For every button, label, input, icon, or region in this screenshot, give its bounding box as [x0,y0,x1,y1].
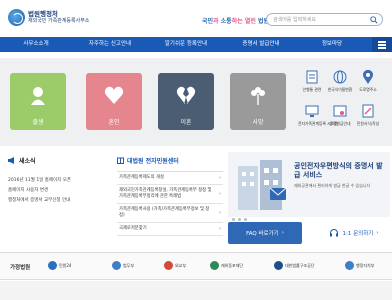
news-item[interactable]: 2016년 11월 1일 홈페이지 오픈 [8,176,108,186]
banner-subtitle: 재외공관에서 편리하게 발급 한글 수 있습니다 [294,183,371,188]
mini-link-forms[interactable]: 민원서식/작성 [354,103,382,133]
chevron-right-icon: › [219,191,221,197]
inquiry-button[interactable]: 1:1 문의하기 › [318,222,390,244]
nav-item-registration-guide[interactable]: 알기쉬운 등록안내 [148,37,224,52]
footer [0,281,392,300]
logo-subtitle: 재외국민 가족관계등록사무소 [28,18,90,24]
promo-banner[interactable]: 공인전자우편방식의 증명서 발급 서비스 재외공관에서 편리하게 발급 한글 수… [228,152,390,217]
map-pin-icon [363,69,373,84]
search-input[interactable] [273,16,368,24]
logo-title: 법원행정처 [28,10,58,18]
menu-icon[interactable] [372,37,392,52]
faq-button[interactable]: FAQ 바로가기 › [228,222,302,244]
form-icon [362,104,374,118]
nav-item-about[interactable]: 사무소소개 [0,37,72,52]
partner-link[interactable]: 법무부 [112,261,134,270]
tile-divorce[interactable]: 이혼 [158,73,214,130]
news-title: 새소식 [19,158,36,165]
ministry-foreign-affairs-logo-icon [164,261,173,270]
mini-links: 안행통 관련 한국식이름변환 도로명주소 전자가족관계등록 시스템 증명발급안내… [298,69,384,133]
center-link-international[interactable]: 국제로저분찾기 › [117,223,223,236]
broken-heart-icon [176,86,196,104]
chevron-right-icon: › [281,230,284,236]
building-icon [117,157,124,164]
related-sites-label: 가정법원 [10,265,31,271]
minwon24-logo-icon [48,261,57,270]
certificate-icon [333,105,347,117]
legal-aid-logo-icon [274,261,283,270]
chevron-right-icon: › [219,175,221,181]
ministry-interior-logo-icon [345,261,354,270]
search-icon[interactable] [370,16,378,24]
tile-marriage-label: 혼인 [108,119,120,126]
banner-title: 공인전자우편방식의 증명서 발급 서비스 [294,162,383,179]
banner-pager[interactable] [232,218,247,221]
header: 법원행정처 재외국민 가족관계등록사무소 국민과 소통하는 열린 법원 [0,0,392,37]
e-civil-center-title: 대법원 전자민원센터 [127,158,179,165]
overseas-koreans-logo-icon [210,261,219,270]
news-item[interactable]: 홈페이지 사용자 변경 [8,186,108,196]
heart-icon [104,86,124,104]
nav-item-common-reports[interactable]: 자주하는 신고안내 [72,37,148,52]
tile-birth-label: 출생 [32,119,44,126]
news-item[interactable]: 행정처에서 증명서 교부신청 안내 [8,196,108,206]
tile-death[interactable]: 사망 [230,73,286,130]
chevron-right-icon: › [376,230,379,236]
headset-icon [330,229,339,237]
baby-icon [31,87,45,105]
partner-link[interactable]: 외교부 [164,261,186,270]
flower-icon [251,87,265,105]
tile-death-label: 사망 [252,119,264,126]
chevron-right-icon: › [219,210,221,216]
news-section: 새소식 2016년 11월 1일 홈페이지 오픈 홈페이지 사용자 변경 행정처… [8,156,108,206]
main-nav: 사무소소개 자주하는 신고안내 알기쉬운 등록안내 증명서 발급안내 정보마당 [0,37,392,52]
tile-divorce-label: 이혼 [180,119,192,126]
site-logo[interactable]: 법원행정처 재외국민 가족관계등록사무소 [8,9,89,26]
site-slogan: 국민과 소통하는 열린 법원 [202,18,270,25]
document-icon [306,70,318,84]
center-link-special-act[interactable]: 재외국민가족관계등록창설, 가족관계등록부 정정 및 가족관계등록부정리에 관한… [117,185,223,204]
mini-link-name-conversion[interactable]: 한국식이름변환 [326,69,354,99]
quick-services: 출생 혼인 이혼 사망 안행통 관련 한국식이름변환 도로명주소 전자가족관계등… [0,58,392,146]
globe-icon [333,70,347,84]
ministry-justice-logo-icon [112,261,121,270]
partner-link[interactable]: 재외동포재단 [210,261,243,270]
center-link-registration-use[interactable]: 가족관계등록사용 (가족/가족관계등록부정보 및 정정) › [117,204,223,223]
related-sites: 가정법원 민원24 법무부 외교부 재외동포재단 대한법률구조공단 행정자치부 [0,252,392,280]
center-link-system-intro[interactable]: 가족관계등록제도의 개설 › [117,172,223,185]
partner-link[interactable]: 행정자치부 [345,261,374,270]
court-emblem-icon [8,9,25,26]
tile-birth[interactable]: 출생 [10,73,66,130]
mini-link-e-registration[interactable]: 전자가족관계등록 시스템 [298,103,338,133]
computer-icon [305,105,319,117]
mini-link-related[interactable]: 안행통 관련 [298,69,326,99]
e-civil-center: 대법원 전자민원센터 가족관계등록제도의 개설 › 재외국민가족관계등록창설, 가… [117,156,223,246]
building-illustration-icon [238,160,287,210]
chevron-right-icon: › [219,226,221,232]
megaphone-icon [8,157,14,164]
nav-item-info[interactable]: 정보마당 [298,37,366,52]
nav-item-certificate-guide[interactable]: 증명서 발급안내 [224,37,298,52]
mini-link-certificate[interactable]: 증명발급안내 [326,103,354,133]
partner-link[interactable]: 대한법률구조공단 [274,261,314,270]
mini-link-road-address[interactable]: 도로명주소 [354,69,382,99]
partner-link[interactable]: 민원24 [48,261,71,270]
search-box [266,13,383,26]
tile-marriage[interactable]: 혼인 [86,73,142,130]
